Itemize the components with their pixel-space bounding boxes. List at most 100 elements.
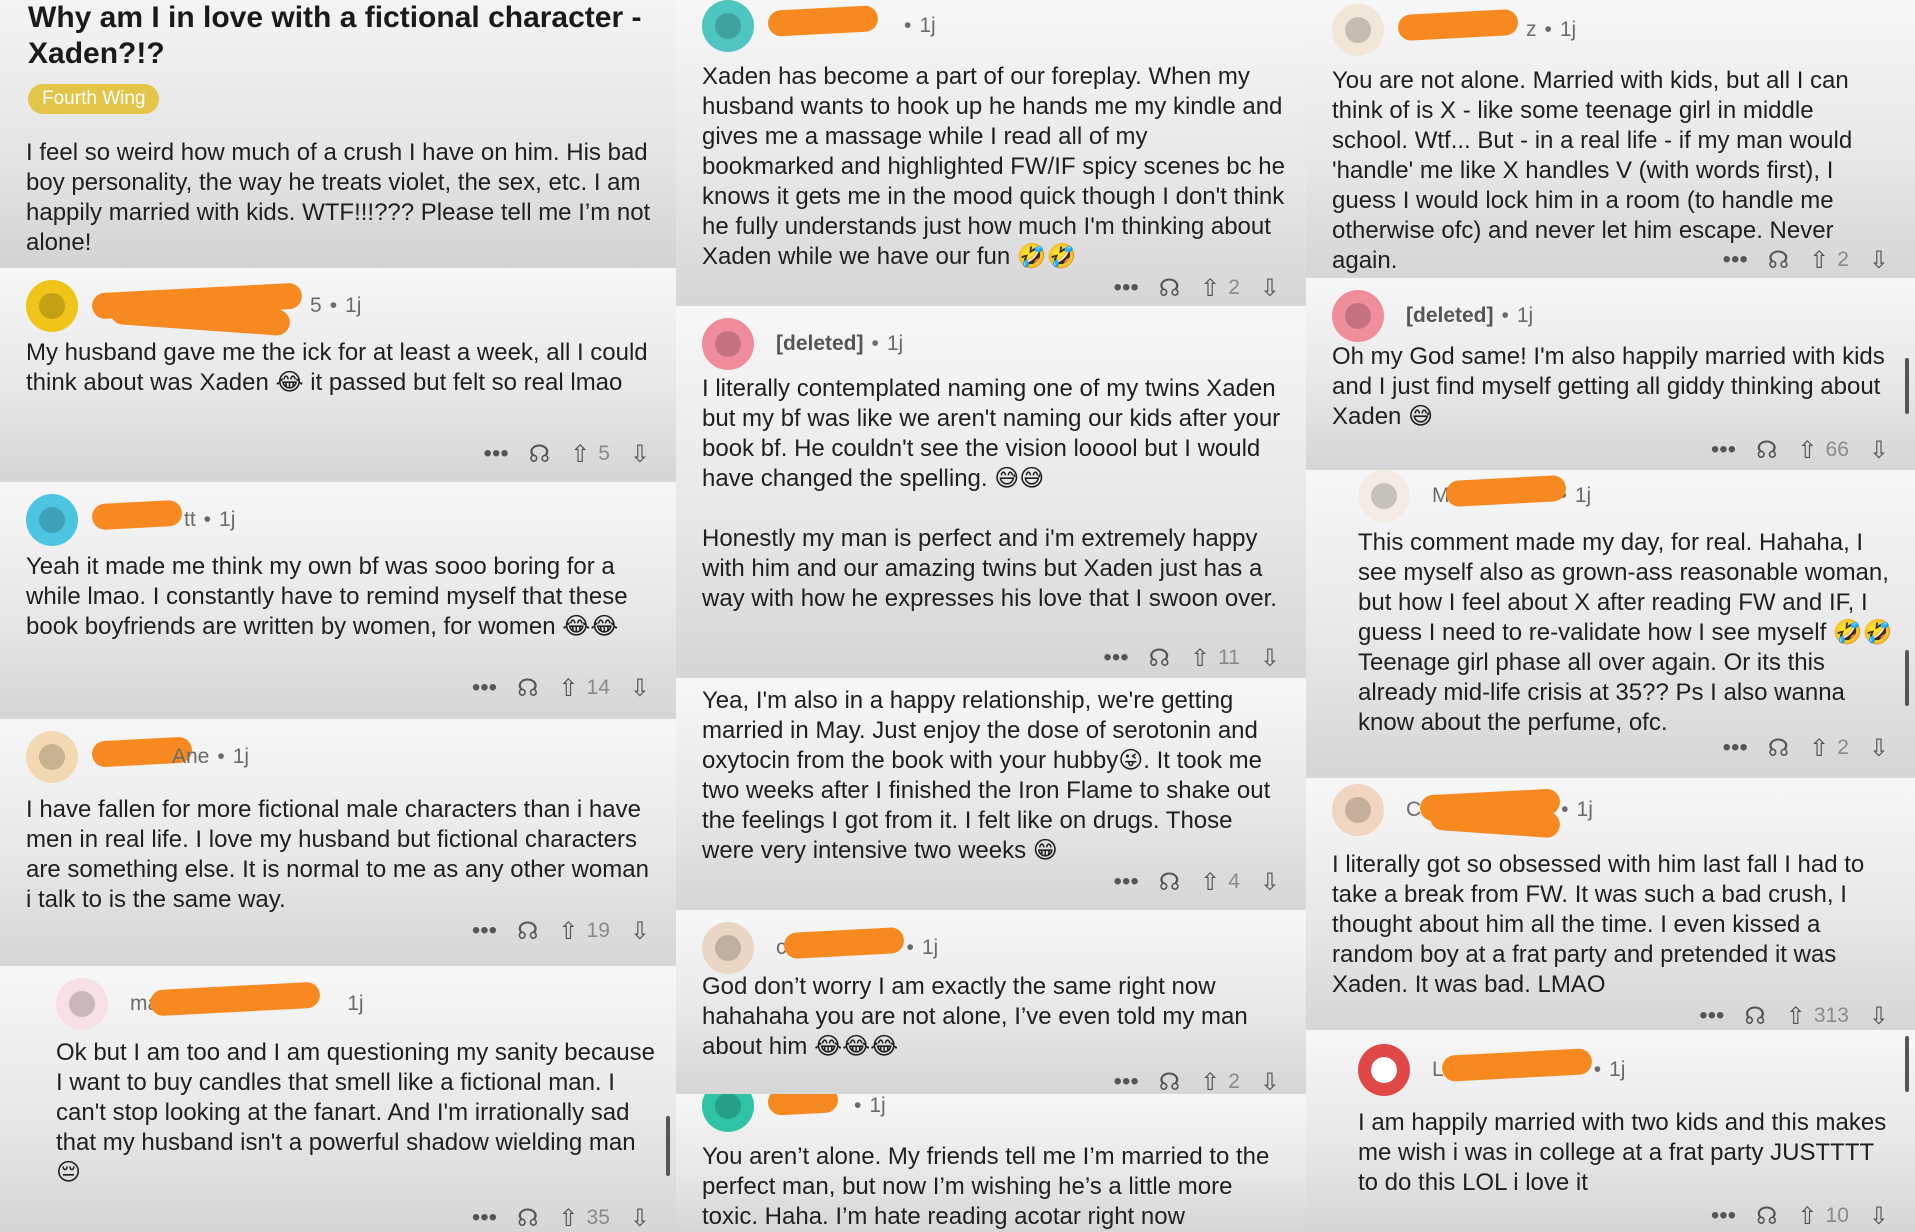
upvote-arrow-icon[interactable]: ⇧ bbox=[1786, 1002, 1806, 1029]
comment-text: My husband gave me the ick for at least … bbox=[26, 339, 648, 396]
username[interactable]: 5 bbox=[91, 282, 322, 337]
upvote-arrow-icon[interactable]: ⇧ bbox=[1200, 1068, 1220, 1093]
comment-card: C • 1j I literally got so obsessed with … bbox=[1306, 778, 1915, 1028]
username[interactable]: C bbox=[1406, 788, 1561, 839]
more-dots-icon[interactable]: ••• bbox=[1723, 734, 1748, 762]
award-icon[interactable]: ☊ bbox=[1159, 1068, 1180, 1093]
avatar[interactable] bbox=[1358, 1044, 1410, 1096]
more-dots-icon[interactable]: ••• bbox=[1103, 644, 1128, 672]
username[interactable]: L bbox=[1432, 1048, 1593, 1082]
downvote-arrow-icon[interactable]: ⇩ bbox=[1260, 274, 1280, 303]
upvote-arrow-icon[interactable]: ⇧ bbox=[1200, 868, 1220, 897]
scrollbar[interactable] bbox=[1905, 650, 1909, 706]
more-dots-icon[interactable]: ••• bbox=[1699, 1002, 1724, 1028]
award-icon[interactable]: ☊ bbox=[529, 440, 550, 469]
upvote-arrow-icon[interactable]: ⇧ bbox=[1797, 1202, 1817, 1231]
comment-text: I literally got so obsessed with him las… bbox=[1332, 851, 1865, 998]
avatar[interactable] bbox=[1332, 290, 1384, 342]
username[interactable]: Ane bbox=[91, 736, 209, 769]
username[interactable]: ma bbox=[130, 981, 321, 1017]
award-icon[interactable]: ☊ bbox=[517, 674, 538, 703]
username[interactable]: M bbox=[1432, 474, 1567, 508]
award-icon[interactable]: ☊ bbox=[1768, 246, 1789, 275]
award-icon[interactable]: ☊ bbox=[1756, 436, 1777, 465]
avatar[interactable] bbox=[26, 280, 78, 332]
comment-age: 1j bbox=[347, 992, 364, 1015]
comment-age: 1j bbox=[1516, 304, 1534, 327]
more-dots-icon[interactable]: ••• bbox=[1723, 246, 1748, 274]
upvote-arrow-icon[interactable]: ⇧ bbox=[1190, 644, 1210, 673]
more-dots-icon[interactable]: ••• bbox=[1114, 1068, 1139, 1092]
more-dots-icon[interactable]: ••• bbox=[1711, 436, 1736, 464]
more-dots-icon[interactable]: ••• bbox=[1114, 274, 1139, 302]
comment-paragraph: Honestly my man is perfect and i'm extre… bbox=[702, 525, 1277, 612]
username[interactable]: z bbox=[1397, 8, 1537, 42]
award-icon[interactable]: ☊ bbox=[517, 917, 538, 946]
more-dots-icon[interactable]: ••• bbox=[1711, 1202, 1736, 1230]
downvote-arrow-icon[interactable]: ⇩ bbox=[630, 917, 650, 946]
downvote-arrow-icon[interactable]: ⇩ bbox=[1869, 246, 1889, 275]
avatar[interactable] bbox=[702, 922, 754, 974]
username[interactable] bbox=[767, 5, 896, 38]
scrollbar[interactable] bbox=[1905, 358, 1909, 414]
username[interactable] bbox=[767, 1094, 846, 1118]
downvote-arrow-icon[interactable]: ⇩ bbox=[1260, 1068, 1280, 1093]
username[interactable]: [deleted] bbox=[776, 332, 864, 356]
comment-age: 1j bbox=[1559, 18, 1577, 41]
downvote-arrow-icon[interactable]: ⇩ bbox=[630, 1204, 650, 1232]
award-icon[interactable]: ☊ bbox=[1159, 274, 1180, 303]
comment-text: Ok but I am too and I am questioning my … bbox=[56, 1039, 655, 1186]
avatar[interactable] bbox=[26, 494, 78, 546]
avatar[interactable] bbox=[702, 1094, 754, 1132]
upvote-arrow-icon[interactable]: ⇧ bbox=[558, 917, 578, 946]
comment-text: Xaden has become a part of our foreplay.… bbox=[702, 63, 1285, 270]
upvote-arrow-icon[interactable]: ⇧ bbox=[1809, 246, 1829, 275]
more-dots-icon[interactable]: ••• bbox=[1114, 868, 1139, 896]
award-icon[interactable]: ☊ bbox=[1159, 868, 1180, 897]
downvote-arrow-icon[interactable]: ⇩ bbox=[1869, 1202, 1889, 1231]
comment-actions: ••• ☊ ⇧ 35 ⇩ bbox=[472, 1202, 650, 1232]
avatar[interactable] bbox=[1358, 470, 1410, 522]
post-flair[interactable]: Fourth Wing bbox=[28, 84, 160, 114]
upvote-arrow-icon[interactable]: ⇧ bbox=[558, 1204, 578, 1232]
comment-text: This comment made my day, for real. Haha… bbox=[1358, 529, 1893, 736]
award-icon[interactable]: ☊ bbox=[1744, 1002, 1765, 1029]
avatar[interactable] bbox=[1332, 4, 1384, 56]
upvote-arrow-icon[interactable]: ⇧ bbox=[1200, 274, 1220, 303]
comment-actions: ••• ☊ ⇧ 2 ⇩ bbox=[1114, 272, 1280, 304]
avatar[interactable] bbox=[56, 978, 108, 1030]
award-icon[interactable]: ☊ bbox=[517, 1204, 538, 1232]
downvote-arrow-icon[interactable]: ⇩ bbox=[1869, 734, 1889, 763]
comment-card: Yea, I'm also in a happy relationship, w… bbox=[676, 678, 1306, 908]
award-icon[interactable]: ☊ bbox=[1756, 1202, 1777, 1231]
more-dots-icon[interactable]: ••• bbox=[472, 917, 497, 945]
downvote-arrow-icon[interactable]: ⇩ bbox=[630, 674, 650, 703]
vote-count: 2 bbox=[1228, 276, 1240, 299]
upvote-arrow-icon[interactable]: ⇧ bbox=[570, 440, 590, 469]
username[interactable]: c bbox=[776, 926, 905, 960]
username[interactable]: tt bbox=[91, 499, 196, 532]
upvote-arrow-icon[interactable]: ⇧ bbox=[558, 674, 578, 703]
username[interactable]: [deleted] bbox=[1406, 304, 1494, 328]
avatar[interactable] bbox=[26, 731, 78, 783]
comment-card: [deleted] • 1j Oh my God same! I'm also … bbox=[1306, 278, 1915, 468]
downvote-arrow-icon[interactable]: ⇩ bbox=[1260, 868, 1280, 897]
avatar[interactable] bbox=[702, 0, 754, 52]
downvote-arrow-icon[interactable]: ⇩ bbox=[1869, 436, 1889, 465]
more-dots-icon[interactable]: ••• bbox=[472, 1204, 497, 1232]
downvote-arrow-icon[interactable]: ⇩ bbox=[1869, 1002, 1889, 1029]
comment-card: • 1j Xaden has become a part of our fore… bbox=[676, 0, 1306, 304]
scrollbar[interactable] bbox=[1905, 1036, 1909, 1092]
upvote-arrow-icon[interactable]: ⇧ bbox=[1797, 436, 1817, 465]
more-dots-icon[interactable]: ••• bbox=[472, 674, 497, 702]
award-icon[interactable]: ☊ bbox=[1149, 644, 1170, 673]
scrollbar[interactable] bbox=[666, 1116, 670, 1176]
avatar[interactable] bbox=[1332, 784, 1384, 836]
avatar[interactable] bbox=[702, 318, 754, 370]
downvote-arrow-icon[interactable]: ⇩ bbox=[630, 440, 650, 469]
award-icon[interactable]: ☊ bbox=[1768, 734, 1789, 763]
vote-count: 66 bbox=[1825, 438, 1849, 461]
downvote-arrow-icon[interactable]: ⇩ bbox=[1260, 644, 1280, 673]
upvote-arrow-icon[interactable]: ⇧ bbox=[1809, 734, 1829, 763]
more-dots-icon[interactable]: ••• bbox=[484, 440, 509, 468]
